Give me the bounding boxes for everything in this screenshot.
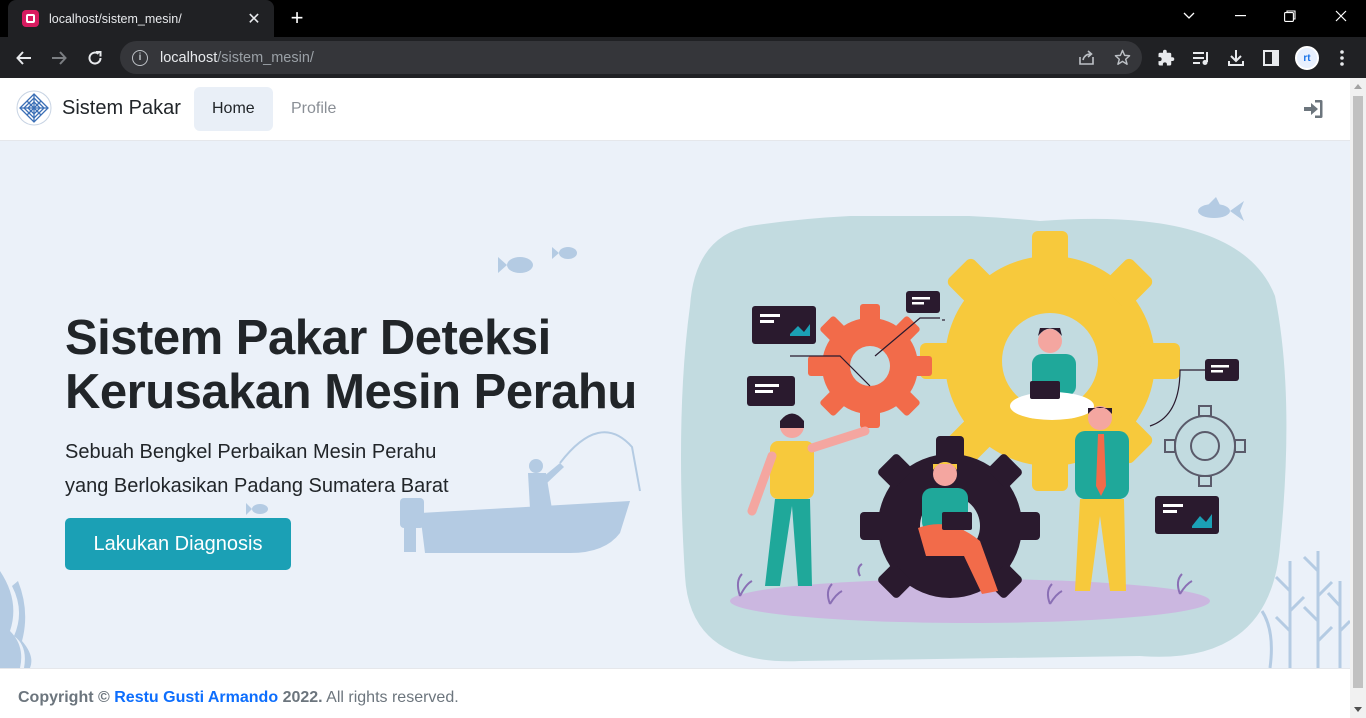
sign-in-icon[interactable] [1302, 98, 1324, 120]
brand-logo-icon [16, 90, 52, 126]
scroll-down-icon[interactable] [1354, 707, 1362, 712]
brand-name: Sistem Pakar [62, 96, 181, 119]
back-icon[interactable] [11, 45, 37, 71]
tab-favicon-icon [22, 10, 39, 27]
diagnosis-button[interactable]: Lakukan Diagnosis [65, 518, 291, 570]
site-navbar: Sistem Pakar Home Profile [0, 78, 1350, 141]
new-tab-icon[interactable]: + [286, 6, 308, 30]
browser-toolbar: i localhost/sistem_mesin/ rt [0, 37, 1366, 78]
copyright-prefix: Copyright © [18, 689, 110, 706]
copyright-suffix: All rights reserved. [326, 689, 459, 706]
page: Sistem Pakar Home Profile Sistem Pakar D… [0, 78, 1350, 718]
scroll-thumb[interactable] [1353, 96, 1363, 688]
author-link[interactable]: Restu Gusti Armando [114, 689, 278, 706]
url-text: localhost/sistem_mesin/ [160, 49, 314, 66]
extensions-icon[interactable] [1153, 45, 1179, 71]
nav-profile[interactable]: Profile [273, 87, 354, 131]
site-info-icon[interactable]: i [132, 49, 148, 66]
brand[interactable]: Sistem Pakar [16, 90, 181, 126]
side-panel-icon[interactable] [1258, 45, 1284, 71]
restore-icon[interactable] [1267, 0, 1313, 32]
site-footer: Copyright © Restu Gusti Armando 2022. Al… [0, 668, 1350, 718]
browser-tab[interactable]: localhost/sistem_mesin/ ✕ [8, 0, 274, 37]
page-scrollbar[interactable] [1350, 78, 1366, 718]
bookmark-star-icon[interactable] [1107, 41, 1137, 74]
teamwork-gears-illustration [681, 216, 1287, 662]
menu-kebab-icon[interactable] [1329, 45, 1355, 71]
address-bar[interactable]: i localhost/sistem_mesin/ [120, 41, 1142, 74]
tab-title: localhost/sistem_mesin/ [49, 11, 182, 26]
hero-subtitle-line1: Sebuah Bengkel Perbaikan Mesin Perahu [65, 441, 437, 463]
share-icon[interactable] [1072, 41, 1102, 74]
copyright-year: 2022. [282, 689, 323, 706]
profile-avatar[interactable]: rt [1294, 45, 1320, 71]
tab-search-icon[interactable] [1166, 0, 1212, 32]
hero-section: Sistem Pakar Deteksi Kerusakan Mesin Per… [0, 141, 1350, 668]
media-queue-icon[interactable] [1188, 45, 1214, 71]
scroll-up-icon[interactable] [1354, 84, 1362, 89]
hero-title: Sistem Pakar Deteksi Kerusakan Mesin Per… [65, 311, 637, 419]
download-icon[interactable] [1223, 45, 1249, 71]
browser-tabbar: localhost/sistem_mesin/ ✕ + [0, 0, 1366, 37]
hero-subtitle-line2: yang Berlokasikan Padang Sumatera Barat [65, 475, 449, 497]
nav-home[interactable]: Home [194, 87, 273, 131]
hero-subtitle: Sebuah Bengkel Perbaikan Mesin Perahu ya… [65, 435, 625, 503]
copyright-text: Copyright © Restu Gusti Armando 2022. Al… [18, 689, 459, 707]
forward-icon[interactable] [46, 45, 72, 71]
reload-icon[interactable] [82, 45, 108, 71]
close-window-icon[interactable] [1318, 0, 1364, 32]
minimize-icon[interactable] [1217, 0, 1263, 32]
tab-close-icon[interactable]: ✕ [246, 9, 262, 29]
